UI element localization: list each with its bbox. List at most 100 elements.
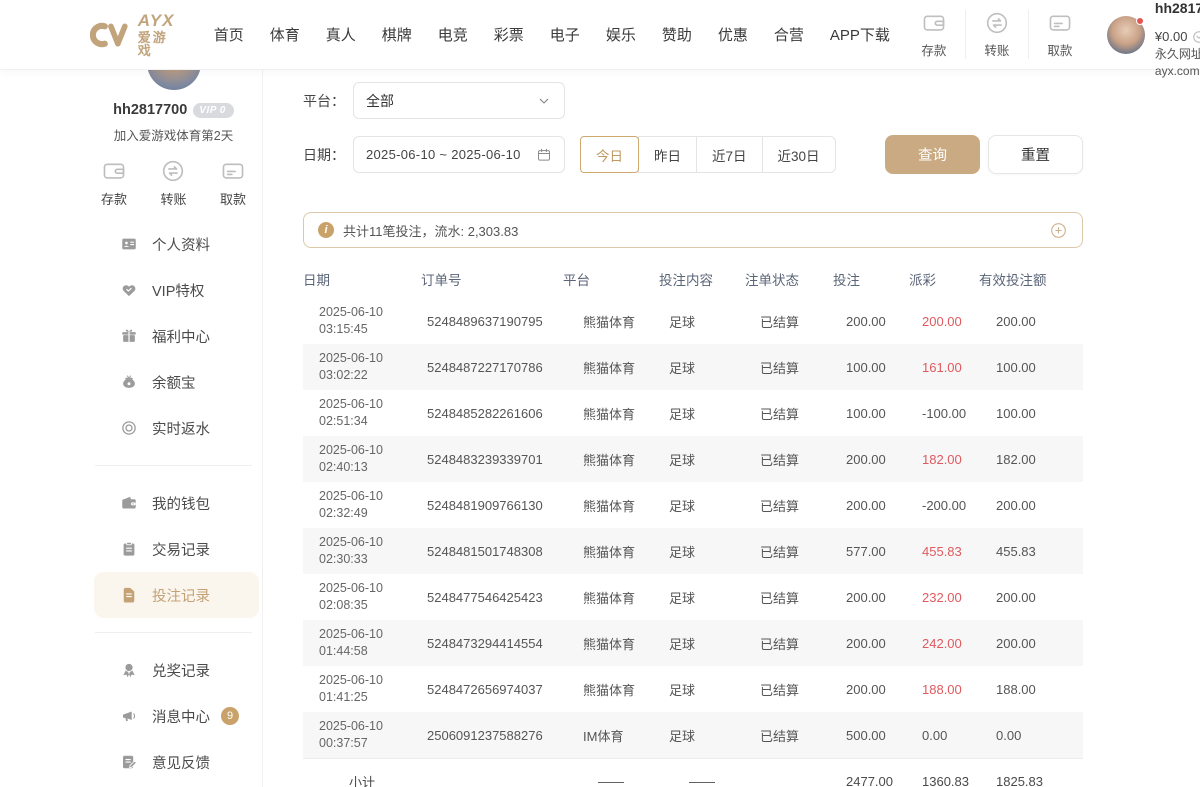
cell-platform: 熊猫体育 <box>563 312 659 331</box>
sidebar-menu-item[interactable]: 余额宝 <box>94 359 259 405</box>
sidebar-quick-action[interactable]: 转账 <box>160 158 186 208</box>
cell-platform: 熊猫体育 <box>563 542 659 561</box>
cell-status: 已结算 <box>745 542 833 561</box>
nav-item[interactable]: 棋牌 <box>369 24 425 45</box>
table-row[interactable]: 2025-06-10 03:15:45 5248489637190795 熊猫体… <box>303 298 1083 344</box>
nav-item[interactable]: 娱乐 <box>593 24 649 45</box>
table-row[interactable]: 2025-06-10 02:30:33 5248481501748308 熊猫体… <box>303 528 1083 574</box>
table-row[interactable]: 2025-06-10 02:32:49 5248481909766130 熊猫体… <box>303 482 1083 528</box>
table-row[interactable]: 2025-06-10 00:37:57 2506091237588276 IM体… <box>303 712 1083 758</box>
table-row[interactable]: 2025-06-10 02:51:34 5248485282261606 熊猫体… <box>303 390 1083 436</box>
transfer-icon <box>160 158 186 184</box>
sidebar-menu-item[interactable]: 福利中心 <box>94 313 259 359</box>
sidebar-quick-actions: 存款 转账 取款 <box>85 158 262 208</box>
date-quick-button[interactable]: 近30日 <box>762 136 836 173</box>
nav-item[interactable]: 彩票 <box>481 24 537 45</box>
sidebar-menu-item[interactable]: 实时返水 <box>94 405 259 451</box>
cell-platform: 熊猫体育 <box>563 450 659 469</box>
cell-order-number: 5248481501748308 <box>421 544 563 559</box>
deposit-icon <box>101 158 127 184</box>
date-range-input[interactable]: 2025-06-10 ~ 2025-06-10 <box>353 136 565 173</box>
footer-platform-dash: —— <box>563 774 659 787</box>
header-action[interactable]: 存款 <box>903 10 965 59</box>
nav-item[interactable]: 电子 <box>537 24 593 45</box>
header-action[interactable]: 转账 <box>965 10 1028 59</box>
reset-button[interactable]: 重置 <box>988 135 1083 174</box>
brand-mark-icon <box>90 19 132 51</box>
cell-payout: -100.00 <box>909 406 979 421</box>
header-action[interactable]: 取款 <box>1028 10 1091 59</box>
cell-valid-amount: 200.00 <box>979 590 1083 605</box>
balance-chevron-icon[interactable] <box>1192 30 1200 44</box>
table-row[interactable]: 2025-06-10 03:02:22 5248487227170786 熊猫体… <box>303 344 1083 390</box>
cell-valid-amount: 200.00 <box>979 636 1083 651</box>
table-row[interactable]: 2025-06-10 02:40:13 5248483239339701 熊猫体… <box>303 436 1083 482</box>
sidebar-menu-item[interactable]: 意见反馈 <box>94 739 259 785</box>
savings-icon <box>120 373 138 391</box>
date-quick-button[interactable]: 近7日 <box>696 136 763 173</box>
search-button[interactable]: 查询 <box>885 135 980 174</box>
cell-bet-amount: 200.00 <box>833 682 909 697</box>
transfer-icon <box>984 10 1010 36</box>
wallet-icon <box>120 494 138 512</box>
sidebar-menu-item[interactable]: 投注记录 <box>94 572 259 618</box>
table-row[interactable]: 2025-06-10 01:41:25 5248472656974037 熊猫体… <box>303 666 1083 712</box>
column-header: 投注 <box>833 269 909 289</box>
cell-date: 2025-06-10 02:51:34 <box>303 396 421 430</box>
cell-bet-content: 足球 <box>659 634 745 653</box>
sidebar-menu-item[interactable]: 我的钱包 <box>94 480 259 526</box>
brand-logo[interactable]: AYX 爱游戏 <box>90 12 179 57</box>
nav-item[interactable]: 电竞 <box>425 24 481 45</box>
sidebar-menu-item[interactable]: VIP特权 <box>94 267 259 313</box>
cell-bet-amount: 200.00 <box>833 590 909 605</box>
sidebar-menu-item[interactable]: 个人资料 <box>94 221 259 267</box>
date-quick-ranges: 今日 昨日 近7日 近30日 <box>581 136 836 173</box>
nav-item[interactable]: 赞助 <box>649 24 705 45</box>
calendar-icon <box>536 147 552 163</box>
date-quick-button[interactable]: 昨日 <box>638 136 697 173</box>
nav-item[interactable]: 优惠 <box>705 24 761 45</box>
site-url: 永久网址: ayx.com <box>1155 46 1200 80</box>
cell-payout: 0.00 <box>909 728 979 743</box>
sidebar-quick-action[interactable]: 取款 <box>220 158 246 208</box>
cell-date: 2025-06-10 01:44:58 <box>303 626 421 660</box>
plus-circle-icon[interactable] <box>1049 221 1068 240</box>
cell-payout: 188.00 <box>909 682 979 697</box>
table-row[interactable]: 2025-06-10 02:08:35 5248477546425423 熊猫体… <box>303 574 1083 620</box>
platform-label: 平台： <box>303 91 353 111</box>
cell-valid-amount: 100.00 <box>979 360 1083 375</box>
nav-item[interactable]: 真人 <box>313 24 369 45</box>
sidebar-quick-action-label: 存款 <box>101 189 127 208</box>
user-avatar[interactable] <box>1107 16 1145 54</box>
sidebar-menu-item[interactable]: 兑奖记录 <box>94 647 259 693</box>
sidebar-avatar[interactable] <box>147 70 201 90</box>
cell-platform: 熊猫体育 <box>563 680 659 699</box>
sidebar-menu-item[interactable]: 消息中心 9 <box>94 693 259 739</box>
sidebar-menu-other: 兑奖记录 消息中心 9 意见反馈 <box>85 647 262 785</box>
footer-valid-total: 1825.83 <box>979 774 1083 787</box>
sidebar-quick-action-label: 转账 <box>160 189 186 208</box>
message-icon <box>120 707 138 725</box>
joined-days-text: 加入爱游戏体育第2天 <box>85 125 262 144</box>
nav-item[interactable]: 首页 <box>201 24 257 45</box>
cell-bet-content: 足球 <box>659 680 745 699</box>
platform-select[interactable]: 全部 <box>353 82 565 119</box>
cell-bet-content: 足球 <box>659 588 745 607</box>
header-right: 存款 转账 取款 hh2817700 <box>903 0 1200 80</box>
sidebar-menu-item[interactable]: 交易记录 <box>94 526 259 572</box>
nav-item[interactable]: 合营 <box>761 24 817 45</box>
cell-order-number: 5248472656974037 <box>421 682 563 697</box>
cell-date: 2025-06-10 01:41:25 <box>303 672 421 706</box>
sidebar-quick-action[interactable]: 存款 <box>101 158 127 208</box>
cell-status: 已结算 <box>745 496 833 515</box>
date-quick-button[interactable]: 今日 <box>580 136 639 173</box>
table-row[interactable]: 2025-06-10 01:44:58 5248473294414554 熊猫体… <box>303 620 1083 666</box>
column-header: 日期 <box>303 269 421 289</box>
cell-valid-amount: 200.00 <box>979 314 1083 329</box>
nav-item[interactable]: APP下载 <box>817 24 903 45</box>
cell-payout: 242.00 <box>909 636 979 651</box>
cell-platform: IM体育 <box>563 726 659 745</box>
column-header: 有效投注额 <box>979 269 1083 289</box>
cell-bet-content: 足球 <box>659 542 745 561</box>
nav-item[interactable]: 体育 <box>257 24 313 45</box>
